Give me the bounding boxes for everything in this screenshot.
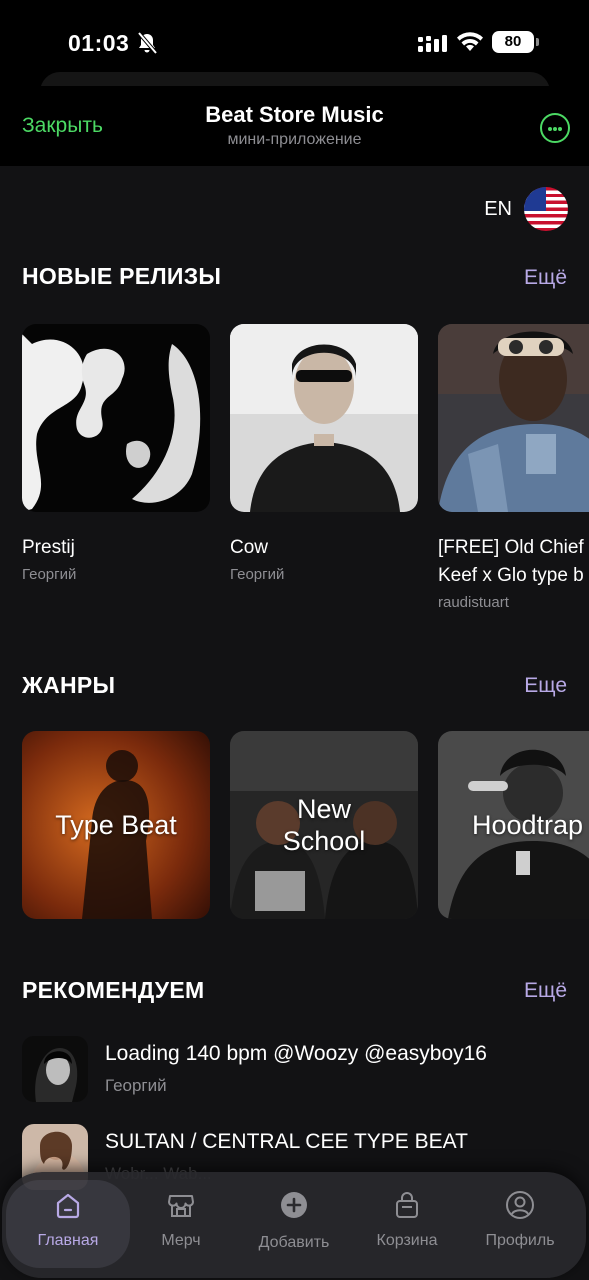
track-author: Георгий <box>105 1076 167 1095</box>
release-card[interactable]: Cow Георгий <box>230 324 418 583</box>
nav-label: Корзина <box>376 1232 438 1249</box>
status-time: 01:03 <box>68 30 130 56</box>
nav-add[interactable]: Добавить <box>239 1172 349 1278</box>
release-cover <box>230 324 418 512</box>
genre-label-line1: New <box>296 794 351 824</box>
new-releases-heading: НОВЫЕ РЕЛИЗЫ <box>22 263 222 289</box>
release-author: raudistuart <box>438 594 509 611</box>
app-subtitle: мини-приложение <box>227 131 362 148</box>
us-flag-icon <box>524 187 568 231</box>
language-switcher[interactable]: EN <box>484 186 568 232</box>
genres-more-link[interactable]: Еще <box>524 674 567 698</box>
genre-card[interactable]: Hoodtrap <box>438 731 589 919</box>
bottom-navigation: Главная Мерч Добавить Корзина Профиль <box>2 1172 586 1278</box>
release-title-line2: Keef x Glo type b <box>438 565 584 586</box>
cellular-signal-icon <box>418 35 447 52</box>
release-title: Prestij <box>22 537 75 558</box>
genre-label: New School <box>230 793 418 857</box>
nav-label: Добавить <box>258 1234 330 1251</box>
genre-label: Hoodtrap <box>472 810 584 840</box>
release-card[interactable]: Prestij Георгий <box>22 324 210 583</box>
nav-profile[interactable]: Профиль <box>465 1172 575 1278</box>
track-title: SULTAN / CENTRAL CEE TYPE BEAT <box>105 1130 468 1153</box>
nav-label: Главная <box>37 1232 99 1249</box>
recommended-heading: РЕКОМЕНДУЕМ <box>22 977 205 1003</box>
genre-label-line2: School <box>282 826 366 856</box>
shop-icon <box>168 1195 194 1217</box>
track-thumbnail <box>22 1036 88 1102</box>
release-title: Cow <box>230 537 269 558</box>
add-icon <box>281 1192 307 1218</box>
release-author: Георгий <box>230 566 285 583</box>
mini-app-header: Закрыть Beat Store Music мини-приложение <box>0 86 589 166</box>
bag-icon <box>396 1192 418 1218</box>
nav-home[interactable]: Главная <box>13 1172 123 1278</box>
more-options-button[interactable] <box>540 113 570 143</box>
app-title: Beat Store Music <box>205 102 384 127</box>
genre-label: Type Beat <box>55 810 177 840</box>
home-icon <box>56 1193 80 1219</box>
main-content: EN НОВЫЕ РЕЛИЗЫ Ещё Prestij Георгий Cow … <box>0 166 589 1280</box>
track-title: Loading 140 bpm @Woozy @easyboy16 <box>105 1042 487 1065</box>
nav-label: Профиль <box>485 1232 555 1249</box>
nav-label: Мерч <box>161 1232 201 1249</box>
new-releases-more-link[interactable]: Ещё <box>524 266 567 290</box>
recommended-more-link[interactable]: Ещё <box>524 979 567 1003</box>
profile-icon <box>506 1191 534 1219</box>
bell-muted-icon <box>137 31 158 55</box>
status-bar: 01:03 80 <box>0 0 589 70</box>
battery-indicator: 80 <box>492 31 539 53</box>
release-author: Георгий <box>22 566 77 583</box>
genres-heading: ЖАНРЫ <box>22 672 116 698</box>
genre-card[interactable]: New School <box>230 731 418 919</box>
nav-cart[interactable]: Корзина <box>352 1172 462 1278</box>
release-card[interactable]: [FREE] Old Chief Keef x Glo type b raudi… <box>438 324 589 611</box>
list-item[interactable]: Loading 140 bpm @Woozy @easyboy16 Георги… <box>22 1036 567 1104</box>
release-cover <box>22 324 210 512</box>
release-cover <box>438 324 589 512</box>
nav-merch[interactable]: Мерч <box>126 1172 236 1278</box>
release-title: [FREE] Old Chief <box>438 537 584 558</box>
wifi-icon <box>457 32 483 51</box>
language-code: EN <box>484 197 512 220</box>
genre-card[interactable]: Type Beat <box>22 731 210 919</box>
